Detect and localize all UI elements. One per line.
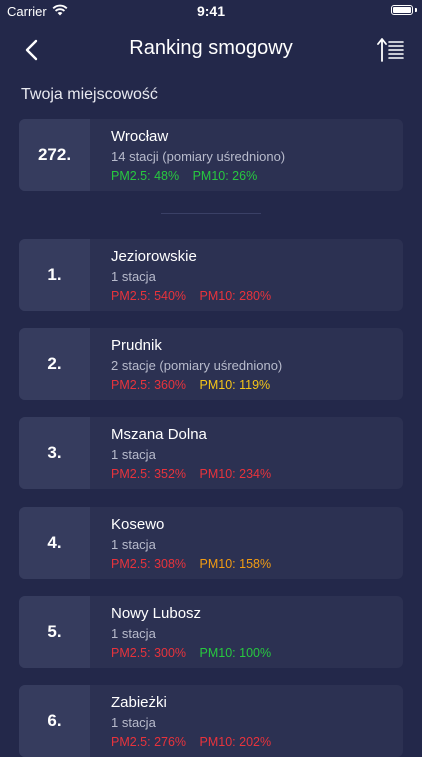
station-count: 1 stacja	[111, 537, 156, 552]
pm10-value: PM10: 202%	[199, 735, 272, 749]
battery-cap	[415, 8, 417, 12]
ranking-item[interactable]: 6. Zabieżki 1 stacja PM2.5: 276% PM10: 2…	[19, 685, 403, 757]
pm25-value: PM2.5: 540%	[111, 289, 187, 303]
pollution-readings: PM2.5: 308% PM10: 158%	[111, 557, 281, 571]
station-count: 14 stacji (pomiary uśredniono)	[111, 149, 286, 164]
city-name: Jeziorowskie	[111, 248, 197, 265]
rank-number: 2.	[19, 328, 90, 400]
rank-number: 1.	[19, 239, 90, 311]
ranking-item[interactable]: 5. Nowy Lubosz 1 stacja PM2.5: 300% PM10…	[19, 596, 403, 668]
pm25-value: PM2.5: 360%	[111, 378, 187, 392]
pm10-value: PM10: 158%	[199, 557, 272, 571]
ranking-item[interactable]: 2. Prudnik 2 stacje (pomiary uśredniono)…	[19, 328, 403, 400]
pollution-readings: PM2.5: 276% PM10: 202%	[111, 735, 281, 749]
station-count: 1 stacja	[111, 626, 156, 641]
ranking-item[interactable]: 4. Kosewo 1 stacja PM2.5: 308% PM10: 158…	[19, 507, 403, 579]
pm10-value: PM10: 234%	[199, 467, 272, 481]
pm10-value: PM10: 26%	[192, 169, 258, 183]
pollution-readings: PM2.5: 352% PM10: 234%	[111, 467, 281, 481]
status-bar: Carrier 9:41	[0, 0, 422, 22]
section-title-your-city: Twoja miejscowość	[21, 86, 158, 103]
pm25-value: PM2.5: 300%	[111, 646, 187, 660]
page-title: Ranking smogowy	[129, 37, 293, 59]
pm25-value: PM2.5: 48%	[111, 169, 180, 183]
city-name: Zabieżki	[111, 694, 167, 711]
city-name: Nowy Lubosz	[111, 605, 202, 622]
divider	[161, 213, 261, 214]
pm10-value: PM10: 119%	[199, 378, 271, 392]
pm25-value: PM2.5: 352%	[111, 467, 187, 481]
status-time: 9:41	[196, 3, 226, 19]
station-count: 2 stacje (pomiary uśredniono)	[111, 358, 283, 373]
station-count: 1 stacja	[111, 447, 156, 462]
navigation-bar: Ranking smogowy	[0, 22, 422, 78]
pm10-value: PM10: 100%	[199, 646, 272, 660]
ranking-item[interactable]: 1. Jeziorowskie 1 stacja PM2.5: 540% PM1…	[19, 239, 403, 311]
pollution-readings: PM2.5: 540% PM10: 280%	[111, 289, 281, 303]
rank-number: 3.	[19, 417, 90, 489]
rank-number: 4.	[19, 507, 90, 579]
rank-number: 6.	[19, 685, 90, 757]
station-count: 1 stacja	[111, 715, 156, 730]
ranking-item[interactable]: 3. Mszana Dolna 1 stacja PM2.5: 352% PM1…	[19, 417, 403, 489]
pm25-value: PM2.5: 276%	[111, 735, 187, 749]
station-count: 1 stacja	[111, 269, 156, 284]
pollution-readings: PM2.5: 48% PM10: 26%	[111, 169, 267, 183]
sort-order-icon[interactable]	[376, 35, 406, 65]
city-name: Mszana Dolna	[111, 426, 207, 443]
city-name: Kosewo	[111, 516, 165, 533]
pollution-readings: PM2.5: 300% PM10: 100%	[111, 646, 281, 660]
city-name: Prudnik	[111, 337, 162, 354]
pollution-readings: PM2.5: 360% PM10: 119%	[111, 378, 280, 392]
my-city-card[interactable]: 272. Wrocław 14 stacji (pomiary uśrednio…	[19, 119, 403, 191]
rank-number: 5.	[19, 596, 90, 668]
pm25-value: PM2.5: 308%	[111, 557, 187, 571]
pm10-value: PM10: 280%	[199, 289, 272, 303]
battery-icon	[391, 5, 413, 15]
city-name: Wrocław	[111, 128, 169, 145]
rank-number: 272.	[19, 119, 90, 191]
